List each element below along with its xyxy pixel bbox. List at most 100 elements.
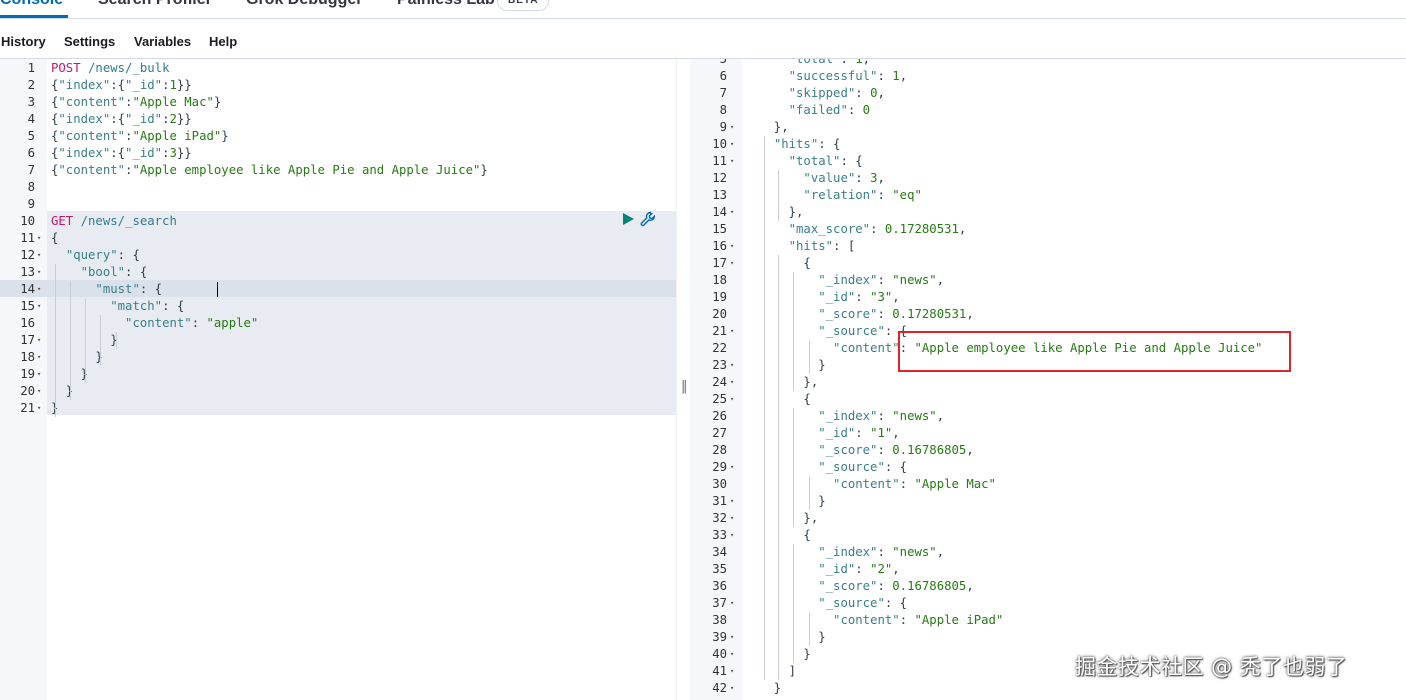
fold-toggle-icon[interactable]: ▾ [730, 646, 734, 663]
fold-toggle-icon[interactable]: ▾ [730, 136, 734, 153]
token: "_source" [818, 460, 885, 474]
fold-toggle-icon[interactable]: ▾ [37, 230, 41, 247]
line-number: 27 [712, 426, 727, 440]
fold-toggle-icon[interactable]: ▾ [37, 349, 41, 366]
fold-toggle-icon[interactable]: ▾ [730, 153, 734, 170]
line-number: 23 [712, 358, 727, 372]
drag-handle-icon[interactable]: ‖ [681, 379, 688, 394]
fold-toggle-icon[interactable]: ▾ [730, 527, 734, 544]
line-number: 31 [712, 494, 727, 508]
token: "content" [58, 95, 126, 109]
code-line: 14 ▾ }, [690, 204, 1406, 221]
menu-history[interactable]: History [1, 34, 46, 49]
fold-toggle-icon[interactable]: ▾ [37, 247, 41, 264]
token: : { [840, 154, 863, 168]
menu-variables[interactable]: Variables [134, 34, 191, 49]
token: "value" [803, 171, 856, 185]
fold-toggle-icon[interactable]: ▾ [730, 374, 734, 391]
menu-help[interactable]: Help [209, 34, 237, 49]
line-number: 21 [712, 324, 727, 338]
fold-toggle-icon[interactable]: ▾ [37, 400, 41, 417]
tab-search-profiler[interactable]: Search Profiler [98, 0, 212, 10]
fold-toggle-icon[interactable]: ▾ [730, 595, 734, 612]
fold-toggle-icon[interactable]: ▾ [730, 391, 734, 408]
code-text: {"content":"Apple Mac"} [51, 94, 221, 111]
fold-toggle-icon[interactable]: ▾ [37, 332, 41, 349]
code-text: }, [759, 510, 818, 527]
menu-settings[interactable]: Settings [64, 34, 115, 49]
fold-toggle-icon[interactable]: ▾ [730, 255, 734, 272]
token: "3" [870, 290, 893, 304]
token: 0.16786805 [892, 443, 967, 457]
code-text: "_source": { [759, 459, 907, 476]
token: "Apple Mac" [914, 477, 996, 491]
request-editor[interactable]: 1 POST /news/_bulk 2 {"index":{"_id":1}} 3 {"… [0, 59, 676, 700]
token: :{ [110, 78, 126, 92]
token: : [877, 273, 893, 287]
token: { [759, 528, 811, 542]
token: "index" [58, 78, 111, 92]
code-line: 11 ▾ "total": { [690, 153, 1406, 170]
tab-painless-lab[interactable]: Painless Lab [397, 0, 495, 10]
fold-toggle-icon[interactable]: ▾ [730, 323, 734, 340]
line-number: 13 [20, 265, 35, 279]
tab-console[interactable]: Console [0, 0, 63, 10]
token: "_id" [818, 562, 856, 576]
line-number: 13 [712, 188, 727, 202]
token: "bool" [80, 265, 126, 279]
token: "skipped" [788, 86, 856, 100]
fold-toggle-icon[interactable]: ▾ [37, 264, 41, 281]
line-number: 21 [20, 401, 35, 415]
fold-toggle-icon[interactable]: ▾ [37, 281, 41, 298]
code-text: { [759, 527, 811, 544]
token: : [855, 86, 871, 100]
code-text: "content": "Apple Mac" [759, 476, 996, 493]
code-line: 30 "content": "Apple Mac" [690, 476, 1406, 493]
code-text: } [759, 646, 810, 663]
fold-toggle-icon[interactable]: ▾ [730, 510, 734, 527]
token: "failed" [788, 103, 848, 117]
line-number: 39 [712, 630, 727, 644]
code-line: 19▾ } [0, 366, 676, 383]
fold-toggle-icon[interactable]: ▾ [730, 119, 734, 136]
fold-toggle-icon[interactable]: ▾ [37, 383, 41, 400]
indent-guide [778, 170, 779, 221]
response-viewer[interactable]: 5 "total": 1, 6 "successful": 1, 7 "skippe… [690, 59, 1406, 700]
fold-toggle-icon[interactable]: ▾ [730, 493, 734, 510]
tab-grok-debugger[interactable]: Grok Debugger [246, 0, 362, 10]
beta-badge: BETA [497, 0, 550, 11]
token: } [213, 95, 222, 109]
line-number: 5 [719, 59, 727, 66]
fold-toggle-icon[interactable]: ▾ [37, 366, 41, 383]
code-line: 34 "_index": "news", [690, 544, 1406, 561]
code-line: 17 ▾ } [0, 332, 676, 349]
fold-toggle-icon[interactable]: ▾ [730, 459, 734, 476]
line-number: 17 [20, 333, 35, 347]
code-line: 32 ▾ }, [690, 510, 1406, 527]
token: , [892, 426, 900, 440]
active-tab-underline [0, 15, 68, 18]
token: : { [884, 596, 908, 610]
token: 0.17280531 [892, 307, 967, 321]
fold-toggle-icon[interactable]: ▾ [730, 680, 734, 697]
token: }, [759, 375, 819, 389]
code-line: 13 "relation": "eq" [690, 187, 1406, 204]
code-text: {"content":"Apple employee like Apple Pi… [51, 162, 488, 179]
fold-toggle-icon[interactable]: ▾ [730, 238, 734, 255]
line-number: 22 [712, 341, 727, 355]
line-number: 18 [712, 273, 727, 287]
fold-toggle-icon[interactable]: ▾ [730, 357, 734, 374]
token: 2 [169, 112, 177, 126]
fold-toggle-icon[interactable]: ▾ [730, 629, 734, 646]
fold-toggle-icon[interactable]: ▾ [730, 663, 734, 680]
line-number: 16 [20, 316, 35, 330]
fold-toggle-icon[interactable]: ▾ [730, 204, 734, 221]
token: : [899, 613, 915, 627]
fold-toggle-icon[interactable]: ▾ [37, 298, 41, 315]
line-number: 11 [712, 154, 727, 168]
